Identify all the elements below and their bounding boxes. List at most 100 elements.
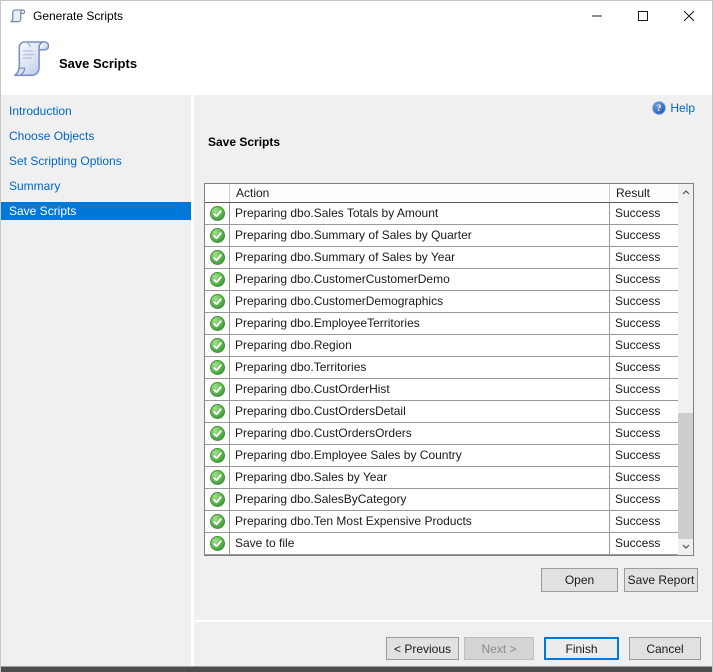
row-result: Success — [610, 401, 678, 422]
wizard-body: Introduction Choose Objects Set Scriptin… — [1, 95, 712, 666]
row-status-cell — [205, 467, 230, 488]
close-button[interactable] — [666, 1, 712, 31]
row-action: Preparing dbo.Region — [230, 335, 610, 356]
row-action: Save to file — [230, 533, 610, 554]
minimize-button[interactable] — [574, 1, 620, 31]
row-status-cell — [205, 357, 230, 378]
row-result: Success — [610, 467, 678, 488]
sidebar-step[interactable]: Summary — [1, 177, 191, 195]
success-check-icon — [210, 382, 225, 397]
action-column-header[interactable]: Action — [230, 184, 610, 202]
window-bottom-edge — [1, 666, 712, 672]
row-result: Success — [610, 533, 678, 554]
sidebar-step-label: Choose Objects — [9, 129, 94, 143]
row-status-cell — [205, 533, 230, 554]
row-action: Preparing dbo.Sales Totals by Amount — [230, 203, 610, 224]
previous-button[interactable]: < Previous — [386, 637, 459, 660]
section-title: Save Scripts — [208, 135, 280, 149]
table-row[interactable]: Preparing dbo.Ten Most Expensive Product… — [205, 511, 678, 533]
table-row[interactable]: Preparing dbo.CustomerCustomerDemo Succe… — [205, 269, 678, 291]
success-check-icon — [210, 514, 225, 529]
footer-separator — [194, 620, 712, 622]
scrollbar-down-arrow-icon[interactable] — [678, 538, 693, 555]
row-action: Preparing dbo.Summary of Sales by Quarte… — [230, 225, 610, 246]
row-action: Preparing dbo.CustOrdersOrders — [230, 423, 610, 444]
row-status-cell — [205, 335, 230, 356]
success-check-icon — [210, 228, 225, 243]
success-check-icon — [210, 250, 225, 265]
table-row[interactable]: Preparing dbo.Employee Sales by Country … — [205, 445, 678, 467]
table-row[interactable]: Preparing dbo.Summary of Sales by Quarte… — [205, 225, 678, 247]
row-action: Preparing dbo.CustOrderHist — [230, 379, 610, 400]
success-check-icon — [210, 272, 225, 287]
wizard-header: Save Scripts — [1, 31, 712, 95]
table-row[interactable]: Preparing dbo.Territories Success — [205, 357, 678, 379]
row-result: Success — [610, 313, 678, 334]
table-header: Action Result — [205, 184, 678, 203]
row-status-cell — [205, 489, 230, 510]
sidebar-step-label: Summary — [9, 179, 60, 193]
sidebar-step[interactable]: Introduction — [1, 102, 191, 120]
success-check-icon — [210, 470, 225, 485]
table-row[interactable]: Preparing dbo.Region Success — [205, 335, 678, 357]
open-button[interactable]: Open — [541, 568, 618, 592]
success-check-icon — [210, 536, 225, 551]
row-action: Preparing dbo.Territories — [230, 357, 610, 378]
row-status-cell — [205, 203, 230, 224]
caption-buttons — [574, 1, 712, 31]
success-check-icon — [210, 360, 225, 375]
result-column-header[interactable]: Result — [610, 184, 678, 202]
success-check-icon — [210, 206, 225, 221]
table-row[interactable]: Preparing dbo.CustOrdersOrders Success — [205, 423, 678, 445]
row-result: Success — [610, 247, 678, 268]
row-status-cell — [205, 445, 230, 466]
row-status-cell — [205, 247, 230, 268]
help-icon: ? — [652, 101, 666, 115]
help-label: Help — [670, 101, 695, 115]
success-check-icon — [210, 448, 225, 463]
finish-button[interactable]: Finish — [544, 637, 619, 660]
sidebar-step[interactable]: Set Scripting Options — [1, 152, 191, 170]
wizard-content: ? Help Save Scripts Action Result — [194, 95, 712, 666]
row-result: Success — [610, 357, 678, 378]
row-status-cell — [205, 401, 230, 422]
table-body: Preparing dbo.Sales Totals by Amount Suc… — [205, 203, 693, 555]
table-row[interactable]: Preparing dbo.CustOrdersDetail Success — [205, 401, 678, 423]
table-row[interactable]: Preparing dbo.CustOrderHist Success — [205, 379, 678, 401]
row-result: Success — [610, 335, 678, 356]
wizard-page-title: Save Scripts — [59, 56, 137, 71]
row-result: Success — [610, 445, 678, 466]
results-table: Action Result Preparing dbo.Sales Tota — [204, 183, 694, 556]
row-action: Preparing dbo.EmployeeTerritories — [230, 313, 610, 334]
maximize-button[interactable] — [620, 1, 666, 31]
table-row[interactable]: Preparing dbo.SalesByCategory Success — [205, 489, 678, 511]
table-row[interactable]: Preparing dbo.Summary of Sales by Year S… — [205, 247, 678, 269]
titlebar: Generate Scripts — [1, 1, 712, 31]
help-link[interactable]: ? Help — [652, 101, 695, 115]
scrollbar-thumb[interactable] — [678, 413, 693, 539]
table-row[interactable]: Preparing dbo.Sales Totals by Amount Suc… — [205, 203, 678, 225]
success-check-icon — [210, 338, 225, 353]
row-result: Success — [610, 423, 678, 444]
table-row[interactable]: Preparing dbo.CustomerDemographics Succe… — [205, 291, 678, 313]
row-result: Success — [610, 489, 678, 510]
cancel-button[interactable]: Cancel — [629, 637, 701, 660]
sidebar-step[interactable]: Save Scripts — [1, 202, 191, 220]
generate-scripts-window: Generate Scripts — [0, 0, 713, 672]
row-status-cell — [205, 423, 230, 444]
row-result: Success — [610, 225, 678, 246]
table-row[interactable]: Preparing dbo.Sales by Year Success — [205, 467, 678, 489]
row-result: Success — [610, 291, 678, 312]
next-button[interactable]: Next > — [464, 637, 534, 660]
table-row[interactable]: Preparing dbo.EmployeeTerritories Succes… — [205, 313, 678, 335]
table-row[interactable]: Save to file Success — [205, 533, 678, 555]
row-action: Preparing dbo.Employee Sales by Country — [230, 445, 610, 466]
row-result: Success — [610, 203, 678, 224]
scrollbar-up-arrow-icon[interactable] — [678, 184, 693, 201]
row-result: Success — [610, 269, 678, 290]
sidebar-step-label: Introduction — [9, 104, 72, 118]
status-column-header[interactable] — [205, 184, 230, 202]
save-report-button[interactable]: Save Report — [624, 568, 698, 592]
table-scrollbar[interactable] — [678, 184, 693, 555]
sidebar-step[interactable]: Choose Objects — [1, 127, 191, 145]
